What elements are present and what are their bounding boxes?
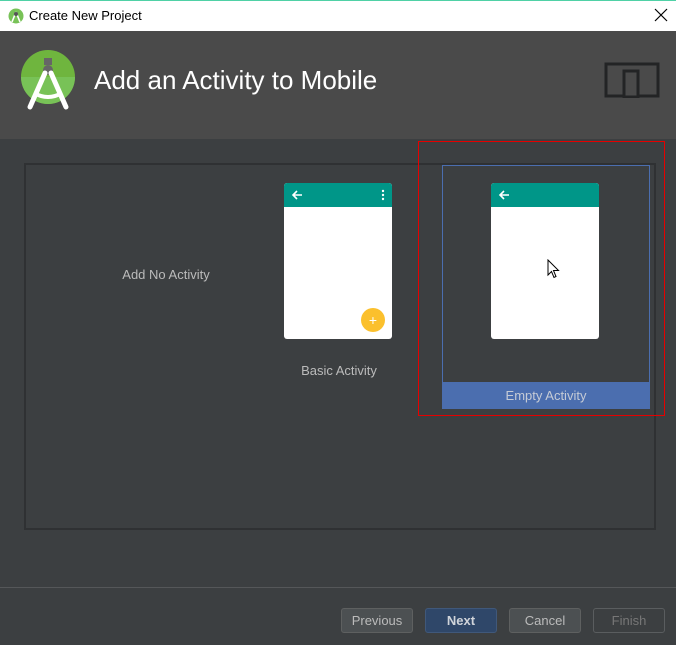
previous-button[interactable]: Previous	[341, 608, 413, 633]
back-arrow-icon	[291, 190, 302, 200]
window-title: Create New Project	[29, 8, 142, 23]
tile-empty-activity[interactable]: Empty Activity	[442, 165, 650, 409]
next-button[interactable]: Next	[425, 608, 497, 633]
close-icon[interactable]	[652, 6, 670, 24]
phone-preview	[491, 183, 599, 339]
app-bar	[284, 183, 392, 207]
back-arrow-icon	[498, 190, 509, 200]
tile-add-no-activity[interactable]: Add No Activity	[62, 165, 270, 389]
app-bar	[491, 183, 599, 207]
title-bar: Create New Project	[0, 0, 676, 31]
tile-label-selected: Empty Activity	[442, 383, 650, 409]
fab-add-icon: +	[361, 308, 385, 332]
tablet-phone-icon	[604, 62, 660, 98]
phone-preview: +	[284, 183, 392, 339]
page-title: Add an Activity to Mobile	[94, 65, 378, 95]
overflow-menu-icon	[381, 189, 385, 201]
mouse-cursor-icon	[547, 259, 560, 279]
footer-divider	[0, 587, 676, 588]
tile-basic-activity[interactable]: + Basic Activity	[276, 165, 402, 389]
tile-label: Basic Activity	[301, 363, 377, 378]
wizard-header: Add an Activity to Mobile	[0, 31, 676, 139]
finish-button[interactable]: Finish	[593, 608, 665, 633]
android-studio-icon	[8, 8, 24, 24]
android-studio-logo	[21, 50, 75, 110]
cancel-button[interactable]: Cancel	[509, 608, 581, 633]
activity-gallery: Add No Activity + Basic Activity Empty A…	[24, 163, 656, 530]
tile-label: Add No Activity	[122, 267, 210, 282]
